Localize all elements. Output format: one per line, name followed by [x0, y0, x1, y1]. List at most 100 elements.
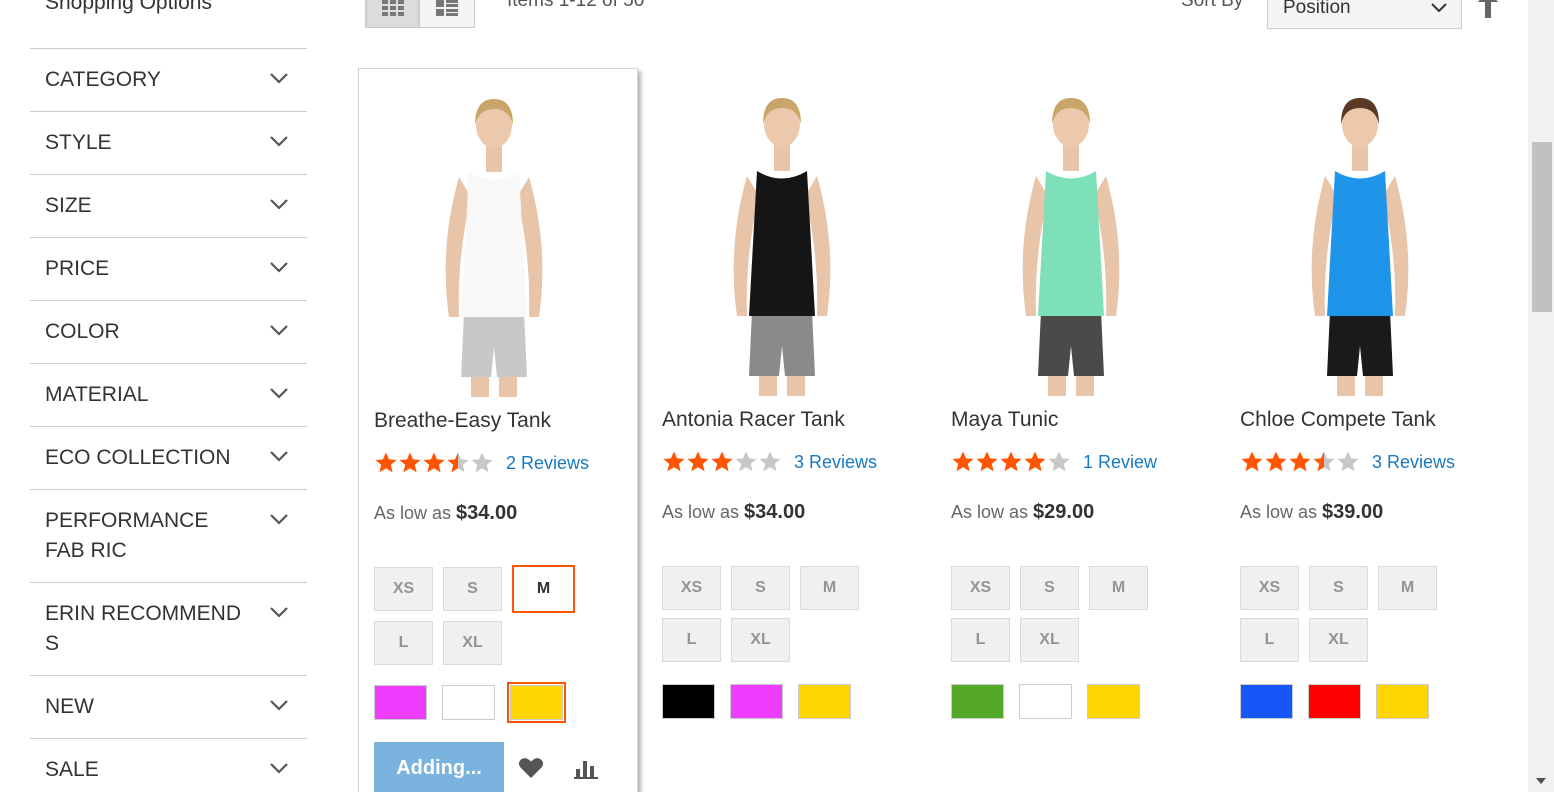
size-option-xs[interactable]: XS [1240, 566, 1299, 610]
product-image[interactable] [697, 86, 867, 396]
sort-direction-arrow-icon[interactable] [1478, 0, 1498, 18]
size-option-xs[interactable]: XS [374, 567, 433, 611]
price-prefix: As low as [374, 503, 452, 523]
list-view-button[interactable] [420, 0, 475, 28]
filter-erin-recommend-s[interactable]: ERIN RECOMMEND S [30, 583, 307, 676]
color-swatch[interactable] [1376, 684, 1429, 719]
price-prefix: As low as [1240, 502, 1318, 522]
size-options: XS S M L XL [662, 566, 892, 670]
size-option-l[interactable]: L [951, 618, 1010, 662]
price-value: $39.00 [1322, 501, 1384, 523]
size-option-m[interactable]: M [1378, 566, 1437, 610]
product-image[interactable] [409, 87, 579, 397]
filter-label: SIZE [45, 194, 92, 217]
color-swatch[interactable] [1308, 684, 1361, 719]
size-option-xl[interactable]: XL [731, 618, 790, 662]
size-option-l[interactable]: L [374, 621, 433, 665]
product-price: As low as $34.00 [662, 501, 805, 524]
star-icon [759, 451, 781, 472]
filter-color[interactable]: COLOR [30, 301, 307, 364]
compare-icon[interactable] [574, 757, 600, 779]
size-option-s[interactable]: S [1309, 566, 1368, 610]
filter-list: CATEGORY STYLE SIZE PRICE COLOR MATERIAL ECO C… [30, 48, 307, 792]
product-name[interactable]: Breathe-Easy Tank [374, 409, 551, 433]
size-option-m[interactable]: M [512, 565, 575, 613]
product-name[interactable]: Maya Tunic [951, 408, 1058, 432]
size-option-xs[interactable]: XS [662, 566, 721, 610]
color-swatch[interactable] [1087, 684, 1140, 719]
filter-performance-fab-ric[interactable]: PERFORMANCE FAB RIC [30, 490, 307, 583]
rating-stars [1240, 450, 1360, 474]
color-options [662, 684, 866, 719]
color-swatch[interactable] [798, 684, 851, 719]
product-name[interactable]: Antonia Racer Tank [662, 408, 845, 432]
star-icon [663, 451, 685, 472]
size-option-m[interactable]: M [1089, 566, 1148, 610]
star-icon [1289, 451, 1311, 472]
product-actions: Adding... [374, 742, 600, 792]
size-option-xl[interactable]: XL [1020, 618, 1079, 662]
size-option-xl[interactable]: XL [443, 621, 502, 665]
color-swatch[interactable] [1019, 684, 1072, 719]
filter-label: CATEGORY [45, 68, 161, 91]
color-swatch[interactable] [730, 684, 783, 719]
grid-view-button[interactable] [365, 0, 420, 28]
size-option-m[interactable]: M [800, 566, 859, 610]
filter-category[interactable]: CATEGORY [30, 49, 307, 112]
star-icon [1265, 451, 1287, 472]
color-swatch[interactable] [951, 684, 1004, 719]
size-option-s[interactable]: S [1020, 566, 1079, 610]
product-name[interactable]: Chloe Compete Tank [1240, 408, 1436, 432]
heart-icon[interactable] [518, 757, 544, 779]
reviews-link[interactable]: 3 Reviews [1372, 452, 1455, 473]
size-option-xl[interactable]: XL [1309, 618, 1368, 662]
size-option-xs[interactable]: XS [951, 566, 1010, 610]
product-image[interactable] [986, 86, 1156, 396]
filter-label: NEW [45, 695, 94, 718]
chevron-down-icon [270, 514, 288, 525]
filter-size[interactable]: SIZE [30, 175, 307, 238]
filter-price[interactable]: PRICE [30, 238, 307, 301]
size-option-s[interactable]: S [443, 567, 502, 611]
color-swatch[interactable] [374, 685, 427, 720]
chevron-down-icon [270, 700, 288, 711]
filter-material[interactable]: MATERIAL [30, 364, 307, 427]
filter-new[interactable]: NEW [30, 676, 307, 739]
price-value: $34.00 [744, 501, 806, 523]
star-icon [375, 452, 397, 473]
product-card[interactable]: Breathe-Easy Tank 2 Reviews As low as $34.… [358, 68, 638, 792]
add-to-cart-button[interactable]: Adding... [374, 742, 504, 792]
reviews-link[interactable]: 1 Review [1083, 452, 1157, 473]
star-icon [1000, 451, 1022, 472]
star-icon [1337, 451, 1359, 472]
rating-stars [374, 451, 494, 475]
price-value: $29.00 [1033, 501, 1095, 523]
color-swatch[interactable] [507, 682, 566, 723]
scroll-down-arrow-icon[interactable] [1536, 778, 1546, 784]
sort-select[interactable]: Position [1267, 0, 1462, 29]
filter-eco-collection[interactable]: ECO COLLECTION [30, 427, 307, 490]
rating-stars [951, 450, 1071, 474]
sort-by-label: Sort By [1181, 0, 1244, 11]
color-swatch[interactable] [1240, 684, 1293, 719]
color-options [374, 682, 578, 723]
product-price: As low as $34.00 [374, 502, 517, 525]
chevron-down-icon [270, 325, 288, 336]
scrollbar-thumb[interactable] [1532, 142, 1552, 312]
reviews-link[interactable]: 3 Reviews [794, 452, 877, 473]
color-swatch[interactable] [662, 684, 715, 719]
filter-sale[interactable]: SALE [30, 739, 307, 792]
color-options [951, 684, 1155, 719]
star-icon [735, 451, 757, 472]
product-image[interactable] [1275, 86, 1445, 396]
size-option-l[interactable]: L [1240, 618, 1299, 662]
scrollbar[interactable] [1528, 0, 1554, 792]
product-price: As low as $29.00 [951, 501, 1094, 524]
size-option-l[interactable]: L [662, 618, 721, 662]
size-options: XS S M L XL [1240, 566, 1470, 670]
size-option-s[interactable]: S [731, 566, 790, 610]
filter-style[interactable]: STYLE [30, 112, 307, 175]
star-icon [952, 451, 974, 472]
reviews-link[interactable]: 2 Reviews [506, 453, 589, 474]
color-swatch[interactable] [442, 685, 495, 720]
